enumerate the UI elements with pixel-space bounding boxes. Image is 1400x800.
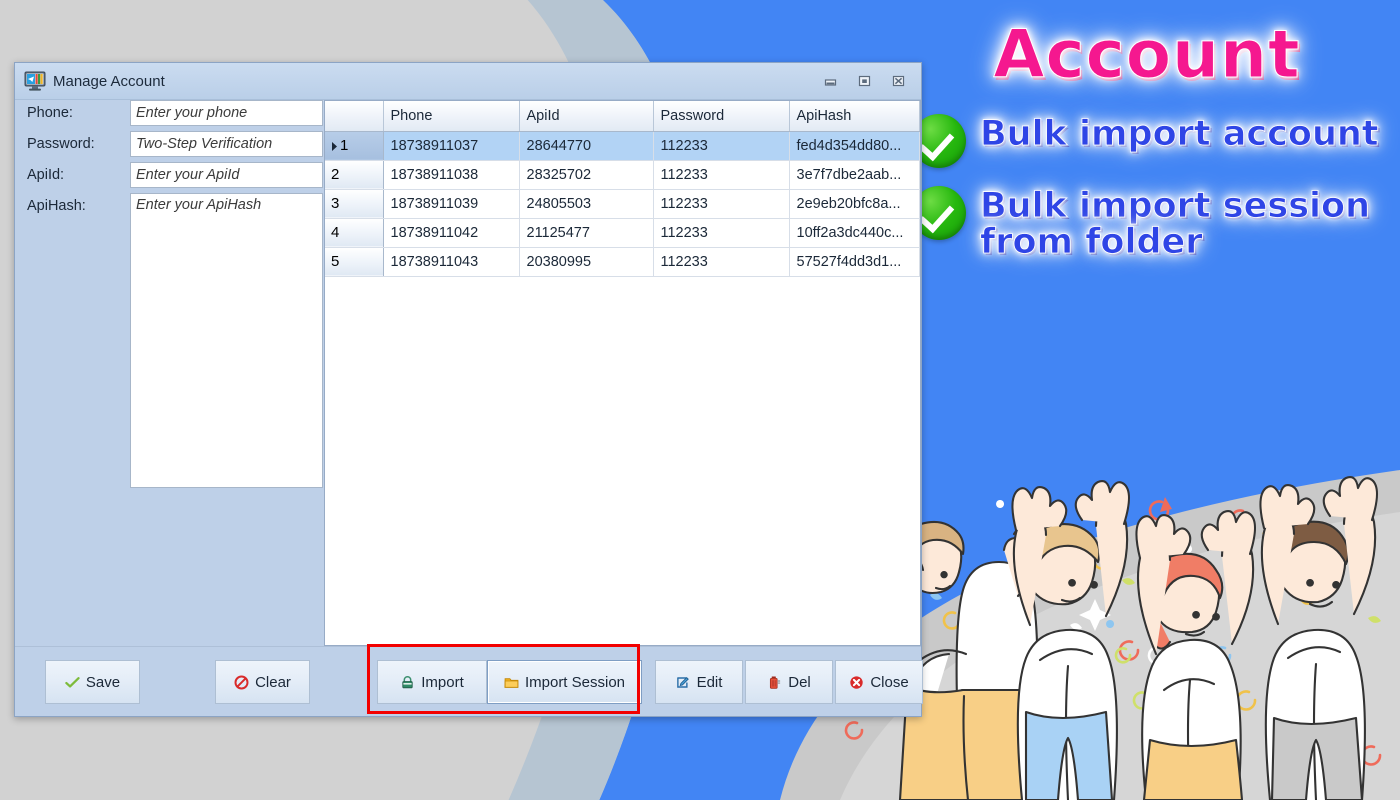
cell-apiid[interactable]: 20380995 — [519, 247, 653, 276]
cell-apihash[interactable]: 3e7f7dbe2aab... — [789, 160, 920, 189]
row-number-cell[interactable]: 2 — [325, 160, 383, 189]
clear-button[interactable]: Clear — [215, 660, 310, 704]
cell-apiid[interactable]: 21125477 — [519, 218, 653, 247]
cell-phone[interactable]: 18738911042 — [383, 218, 519, 247]
red-trash-icon — [767, 675, 782, 690]
window-body: Phone: Enter your phone Password: Two-St… — [15, 100, 921, 646]
apiid-label: ApiId: — [27, 162, 130, 188]
red-ban-icon — [234, 675, 249, 690]
cell-apihash[interactable]: 2e9eb20bfc8a... — [789, 189, 920, 218]
green-check-icon — [65, 675, 80, 690]
import-session-button-label: Import Session — [525, 674, 625, 691]
window-title: Manage Account — [53, 73, 165, 90]
cell-password[interactable]: 112233 — [653, 247, 789, 276]
monitor-telegram-icon — [24, 71, 46, 91]
form-row-phone: Phone: Enter your phone — [15, 100, 325, 131]
form-row-apihash: ApiHash: Enter your ApiHash — [15, 193, 325, 224]
cell-apihash[interactable]: 10ff2a3dc440c... — [789, 218, 920, 247]
grid-header-rownum[interactable] — [325, 101, 383, 131]
maximize-button[interactable] — [847, 70, 881, 92]
row-number-cell[interactable]: 1 — [325, 131, 383, 160]
save-button[interactable]: Save — [45, 660, 140, 704]
password-label: Password: — [27, 131, 130, 157]
row-number: 1 — [340, 137, 348, 154]
grid-header-apihash[interactable]: ApiHash — [789, 101, 920, 131]
save-button-label: Save — [86, 674, 120, 691]
window-footer: Save Clear Import — [15, 646, 921, 716]
promo-bullet-item: Bulk import session from folder — [912, 186, 1382, 261]
manage-account-window: Manage Account — [14, 62, 922, 717]
screenshot-root: Account Bulk import account Bulk import … — [0, 0, 1400, 800]
cell-apiid[interactable]: 24805503 — [519, 189, 653, 218]
clear-button-label: Clear — [255, 674, 291, 691]
apiid-input[interactable]: Enter your ApiId — [130, 162, 323, 188]
close-action-button-label: Close — [870, 674, 908, 691]
cell-password[interactable]: 112233 — [653, 131, 789, 160]
edit-button[interactable]: Edit — [655, 660, 743, 704]
table-row[interactable]: 3 18738911039 24805503 112233 2e9eb20bfc… — [325, 189, 920, 218]
row-number-cell[interactable]: 4 — [325, 218, 383, 247]
grid-header-password[interactable]: Password — [653, 101, 789, 131]
grid-header-phone[interactable]: Phone — [383, 101, 519, 131]
import-button[interactable]: Import — [377, 660, 487, 704]
table-row[interactable]: 2 18738911038 28325702 112233 3e7f7dbe2a… — [325, 160, 920, 189]
cell-phone[interactable]: 18738911039 — [383, 189, 519, 218]
edit-button-label: Edit — [697, 674, 723, 691]
red-x-circle-icon — [849, 675, 864, 690]
cell-password[interactable]: 112233 — [653, 160, 789, 189]
promo-bullet-item: Bulk import account — [912, 114, 1382, 168]
cell-password[interactable]: 112233 — [653, 218, 789, 247]
cell-phone[interactable]: 18738911037 — [383, 131, 519, 160]
green-lock-icon — [400, 675, 415, 690]
blue-pencil-icon — [676, 675, 691, 690]
promo-panel: Account Bulk import account Bulk import … — [912, 22, 1382, 279]
cell-apiid[interactable]: 28644770 — [519, 131, 653, 160]
cell-phone[interactable]: 18738911038 — [383, 160, 519, 189]
import-button-label: Import — [421, 674, 464, 691]
import-session-button[interactable]: Import Session — [487, 660, 642, 704]
form-row-password: Password: Two-Step Verification — [15, 131, 325, 162]
del-button[interactable]: Del — [745, 660, 833, 704]
phone-label: Phone: — [27, 100, 130, 126]
accounts-grid[interactable]: Phone ApiId Password ApiHash 1 — [324, 100, 921, 646]
cell-password[interactable]: 112233 — [653, 189, 789, 218]
account-form: Phone: Enter your phone Password: Two-St… — [15, 100, 325, 224]
del-button-label: Del — [788, 674, 811, 691]
table-row[interactable]: 1 18738911037 28644770 112233 fed4d354dd… — [325, 131, 920, 160]
form-row-apiid: ApiId: Enter your ApiId — [15, 162, 325, 193]
table-row[interactable]: 4 18738911042 21125477 112233 10ff2a3dc4… — [325, 218, 920, 247]
row-selector-arrow-icon — [331, 142, 338, 151]
phone-input[interactable]: Enter your phone — [130, 100, 323, 126]
orange-folder-icon — [504, 675, 519, 690]
apihash-input[interactable]: Enter your ApiHash — [130, 193, 323, 488]
promo-bullet-list: Bulk import account Bulk import session … — [912, 114, 1382, 261]
promo-title: Account — [912, 22, 1382, 88]
promo-bullet-text: Bulk import account — [980, 114, 1379, 152]
grid-header-apiid[interactable]: ApiId — [519, 101, 653, 131]
table-row[interactable]: 5 18738911043 20380995 112233 57527f4dd3… — [325, 247, 920, 276]
cell-apiid[interactable]: 28325702 — [519, 160, 653, 189]
grid-header-row: Phone ApiId Password ApiHash — [325, 101, 920, 131]
close-action-button[interactable]: Close — [835, 660, 923, 704]
promo-bullet-text: Bulk import session from folder — [980, 186, 1382, 261]
cell-apihash[interactable]: fed4d354dd80... — [789, 131, 920, 160]
password-input[interactable]: Two-Step Verification — [130, 131, 323, 157]
cell-phone[interactable]: 18738911043 — [383, 247, 519, 276]
close-button[interactable] — [881, 70, 915, 92]
row-number-cell[interactable]: 3 — [325, 189, 383, 218]
minimize-button[interactable] — [813, 70, 847, 92]
window-titlebar[interactable]: Manage Account — [15, 63, 921, 100]
apihash-label: ApiHash: — [27, 193, 130, 219]
cell-apihash[interactable]: 57527f4dd3d1... — [789, 247, 920, 276]
row-number-cell[interactable]: 5 — [325, 247, 383, 276]
